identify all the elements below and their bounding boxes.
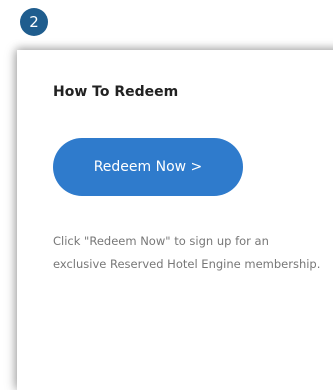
redeem-card: How To Redeem Redeem Now > Click "Redeem… <box>17 50 333 390</box>
redeem-now-button[interactable]: Redeem Now > <box>53 138 243 196</box>
card-description: Click "Redeem Now" to sign up for an exc… <box>53 234 321 271</box>
step-number-badge: 2 <box>20 8 48 36</box>
card-title: How To Redeem <box>53 84 179 100</box>
